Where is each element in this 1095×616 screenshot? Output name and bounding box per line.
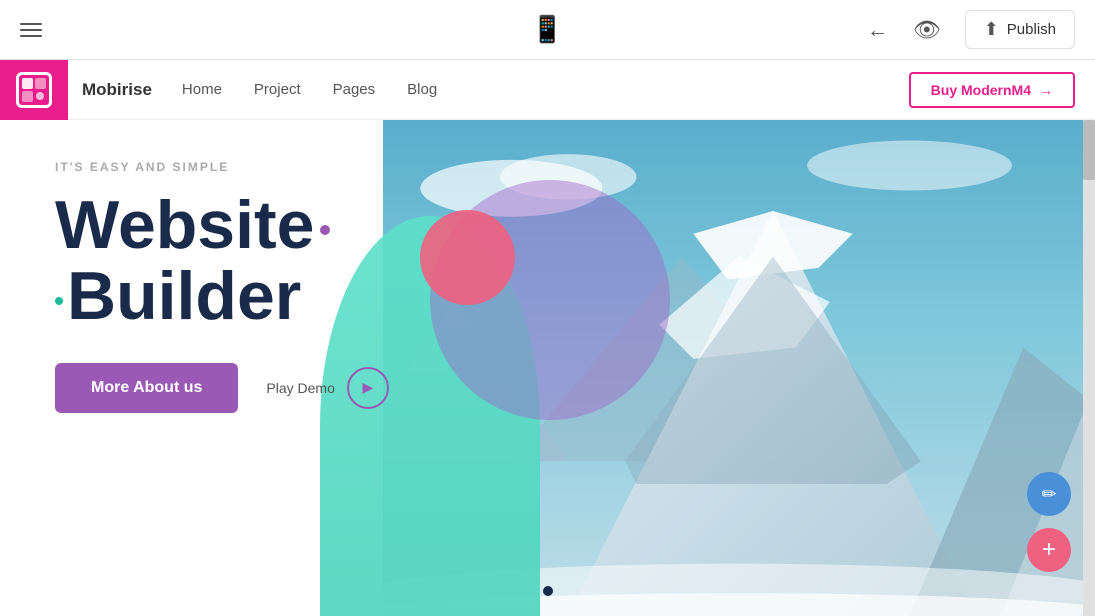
hero-title: Website Builder: [55, 190, 389, 333]
play-demo-label: Play Demo: [266, 380, 334, 396]
nav-link-pages[interactable]: Pages: [333, 81, 376, 98]
content-area: IT'S EASY AND SIMPLE Website Builder Mor…: [0, 120, 1095, 616]
navbar: Mobirise Home Project Pages Blog Buy Mod…: [0, 60, 1095, 120]
nav-brand: Mobirise: [82, 80, 152, 100]
hamburger-icon[interactable]: [20, 23, 42, 37]
toolbar-right: ← 👁 ⬆ Publish: [867, 10, 1075, 49]
publish-button[interactable]: ⬆ Publish: [965, 10, 1075, 49]
purple-dot-decoration: [320, 225, 330, 235]
hero-buttons: More About us Play Demo ▶: [55, 363, 389, 413]
undo-icon[interactable]: ←: [867, 17, 889, 43]
hero-subtitle: IT'S EASY AND SIMPLE: [55, 160, 389, 174]
nav-link-blog[interactable]: Blog: [407, 81, 437, 98]
add-fab-button[interactable]: +: [1027, 528, 1071, 572]
hero-section: IT'S EASY AND SIMPLE Website Builder Mor…: [0, 120, 1095, 616]
logo-icon: [16, 72, 52, 108]
preview-icon[interactable]: 👁: [913, 17, 941, 43]
more-about-button[interactable]: More About us: [55, 363, 238, 413]
teal-dot-decoration: [55, 297, 63, 305]
scrollbar-thumb[interactable]: [1083, 120, 1095, 180]
nav-logo[interactable]: [0, 60, 68, 120]
cta-arrow-icon: →: [1039, 82, 1053, 98]
edit-fab-button[interactable]: ✏: [1027, 472, 1071, 516]
carousel-dot-indicator[interactable]: [543, 586, 553, 596]
pink-circle-decoration: [420, 210, 515, 305]
play-circle-icon: ▶: [347, 367, 389, 409]
toolbar-left: [20, 23, 42, 37]
nav-link-home[interactable]: Home: [182, 81, 222, 98]
toolbar-center: 📱: [531, 14, 563, 45]
hero-content: IT'S EASY AND SIMPLE Website Builder Mor…: [55, 160, 389, 413]
nav-link-project[interactable]: Project: [254, 81, 301, 98]
hero-title-line2: Builder: [55, 261, 389, 332]
publish-label: Publish: [1007, 21, 1056, 38]
plus-icon: +: [1042, 536, 1056, 564]
nav-links: Home Project Pages Blog: [182, 81, 437, 98]
scrollbar[interactable]: [1083, 120, 1095, 616]
hero-title-line1: Website: [55, 190, 389, 261]
toolbar: 📱 ← 👁 ⬆ Publish: [0, 0, 1095, 60]
buy-cta-button[interactable]: Buy ModernM4 →: [909, 72, 1075, 108]
cloud-upload-icon: ⬆: [984, 19, 999, 40]
phone-icon[interactable]: 📱: [531, 14, 563, 45]
buy-cta-label: Buy ModernM4: [931, 82, 1031, 98]
play-demo-button[interactable]: Play Demo ▶: [266, 367, 388, 409]
pencil-icon: ✏: [1041, 484, 1056, 505]
